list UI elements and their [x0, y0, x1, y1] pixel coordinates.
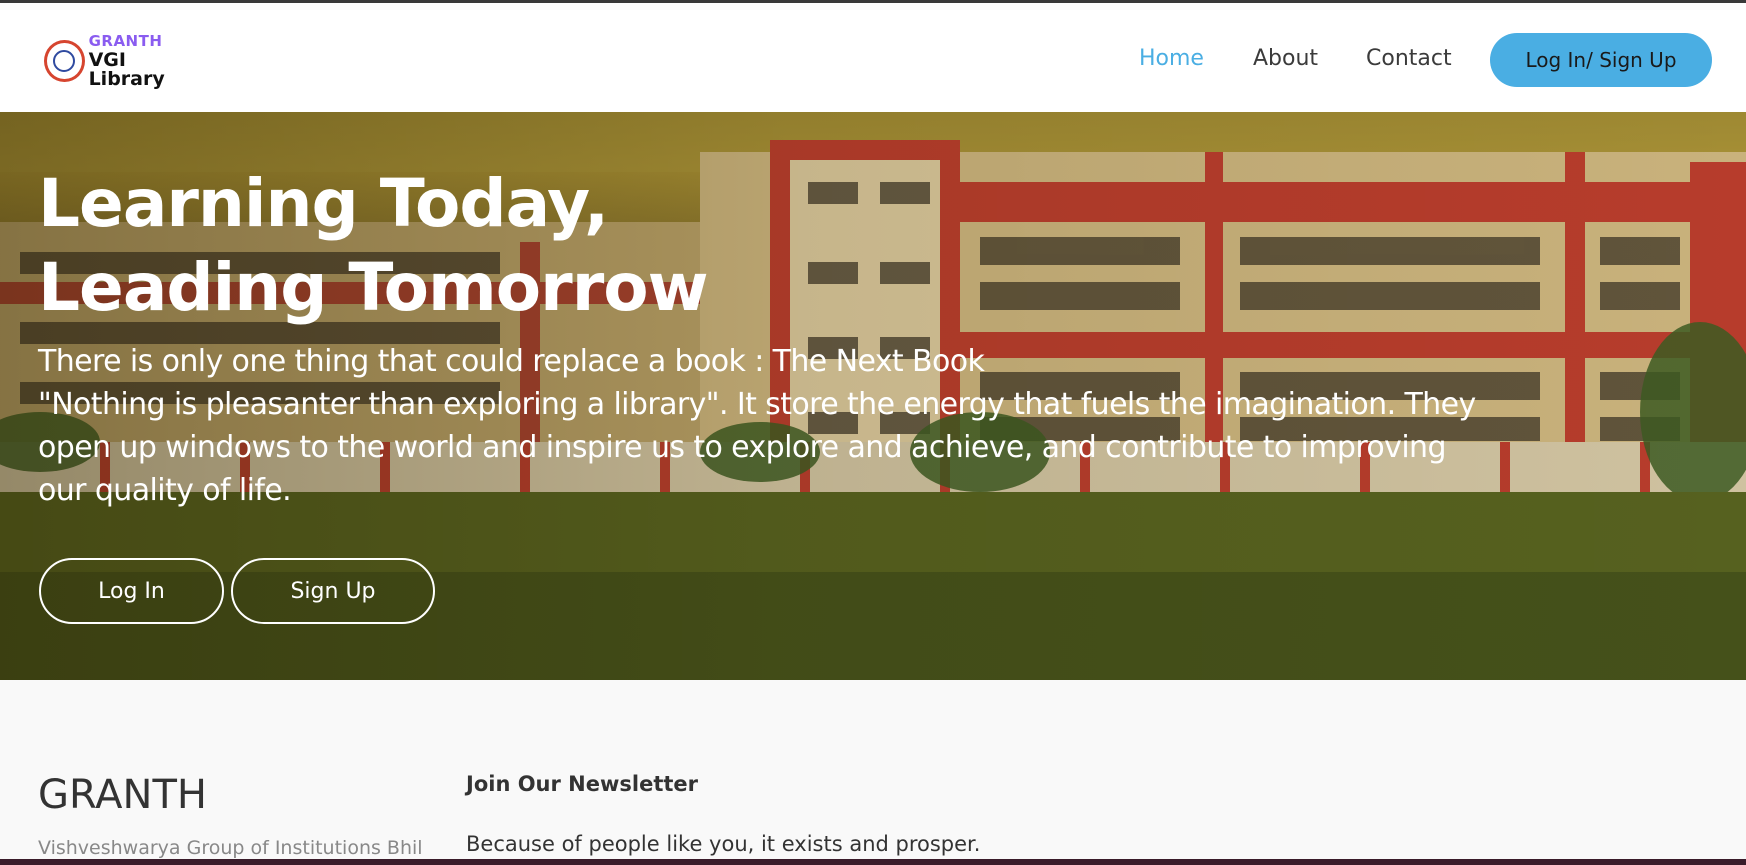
hero-signup-button[interactable]: Sign Up — [231, 558, 435, 624]
taskbar-edge — [0, 859, 1746, 865]
hero-text-line: open up windows to the world and inspire… — [38, 430, 1447, 465]
hero-description: There is only one thing that could repla… — [38, 340, 1698, 512]
site-logo[interactable]: GRANTH VGI Library — [44, 33, 204, 89]
logo-line1: GRANTH — [88, 31, 163, 50]
nav-about-link[interactable]: About — [1253, 46, 1318, 71]
footer-brand-subtitle: Vishveshwarya Group of Institutions Bhil — [38, 837, 423, 859]
site-footer: GRANTH Vishveshwarya Group of Institutio… — [0, 680, 1746, 865]
footer-brand: GRANTH — [38, 772, 207, 818]
newsletter-text: Because of people like you, it exists an… — [466, 832, 981, 856]
newsletter-title: Join Our Newsletter — [466, 772, 699, 796]
site-header: GRANTH VGI Library Home About Contact Lo… — [0, 3, 1746, 112]
hero-text-line: "Nothing is pleasanter than exploring a … — [38, 387, 1476, 422]
hero-title-line1: Learning Today, — [38, 165, 609, 242]
hero-title-line2: Leading Tomorrow — [38, 249, 709, 326]
hero-title: Learning Today, Leading Tomorrow — [38, 162, 938, 330]
college-seal-icon — [44, 40, 85, 82]
nav-contact-link[interactable]: Contact — [1366, 46, 1452, 71]
logo-line2: VGI Library — [88, 48, 165, 90]
hero-text-line: our quality of life. — [38, 473, 292, 508]
hero-banner: Learning Today, Leading Tomorrow There i… — [0, 112, 1746, 680]
hero-login-button[interactable]: Log In — [39, 558, 224, 624]
logo-wordmark: GRANTH VGI Library — [88, 31, 204, 90]
hero-text-line: There is only one thing that could repla… — [38, 344, 985, 379]
login-signup-button[interactable]: Log In/ Sign Up — [1490, 33, 1712, 87]
nav-home-link[interactable]: Home — [1139, 46, 1204, 71]
